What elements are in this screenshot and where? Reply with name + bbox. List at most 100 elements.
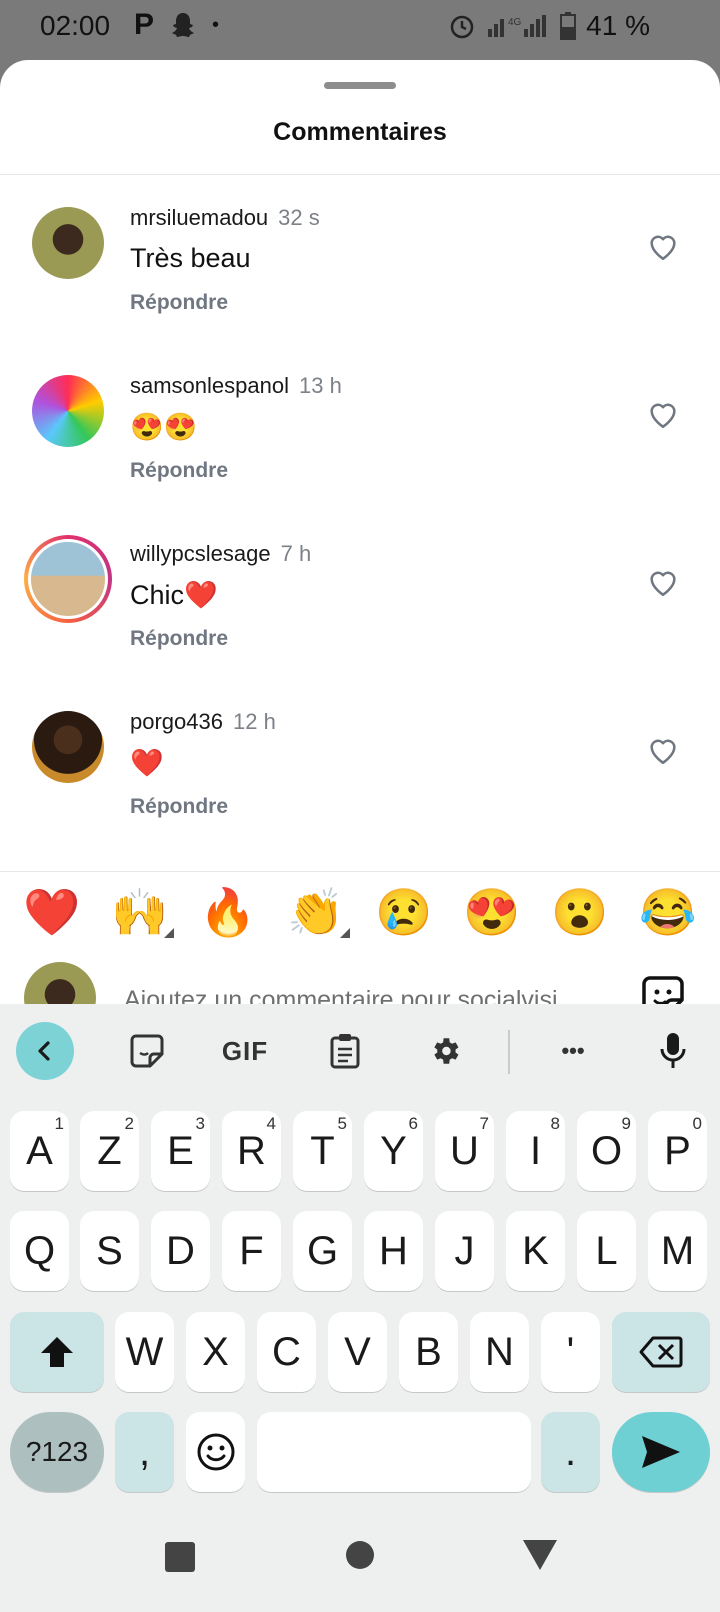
reply-button[interactable]: Répondre: [130, 291, 228, 315]
key-f[interactable]: F: [222, 1211, 281, 1291]
reaction-heart[interactable]: ❤️: [22, 882, 82, 942]
period-key[interactable]: .: [541, 1412, 600, 1492]
settings-button[interactable]: [416, 1022, 474, 1080]
key-t[interactable]: T5: [293, 1111, 352, 1191]
key-m[interactable]: M: [648, 1211, 707, 1291]
comments-list[interactable]: mrsiluemadou 32 s Très beau Répondre sams…: [0, 175, 720, 871]
sticker-icon[interactable]: [640, 974, 686, 1004]
key-label: P: [664, 1128, 691, 1173]
send-icon: [642, 1436, 680, 1468]
avatar[interactable]: [32, 711, 104, 783]
key-z[interactable]: Z2: [80, 1111, 139, 1191]
home-button[interactable]: [345, 1540, 375, 1570]
key-b[interactable]: B: [399, 1312, 458, 1392]
symbols-key[interactable]: ?123: [10, 1412, 104, 1492]
gif-button[interactable]: GIF: [216, 1022, 274, 1080]
space-bar[interactable]: [257, 1412, 531, 1492]
like-heart-icon[interactable]: [646, 397, 680, 431]
key-u[interactable]: U7: [435, 1111, 494, 1191]
key-o[interactable]: O9: [577, 1111, 636, 1191]
reaction-heart-eyes[interactable]: 😍: [462, 882, 522, 942]
back-button[interactable]: [523, 1540, 557, 1570]
toolbar-separator: [508, 1030, 510, 1074]
comment-item: willypcslesage 7 h Chic❤️ Répondre: [0, 511, 720, 679]
signal-icon: 4G: [488, 15, 547, 37]
key-s[interactable]: S: [80, 1211, 139, 1291]
sticker-button[interactable]: [118, 1022, 176, 1080]
comment-username[interactable]: mrsiluemadou: [130, 205, 268, 230]
key-j[interactable]: J: [435, 1211, 494, 1291]
key-label: A: [26, 1128, 53, 1173]
key-d[interactable]: D: [151, 1211, 210, 1291]
comments-sheet: Commentaires mrsiluemadou 32 s Très beau …: [0, 60, 720, 1004]
shift-key[interactable]: [10, 1312, 104, 1392]
comment-username[interactable]: willypcslesage: [130, 541, 271, 566]
comment-input[interactable]: [124, 980, 624, 1004]
gear-icon: [434, 1038, 459, 1064]
emoji-key[interactable]: [186, 1412, 245, 1492]
key-c[interactable]: C: [257, 1312, 316, 1392]
key-e[interactable]: E3: [151, 1111, 210, 1191]
key-g[interactable]: G: [293, 1211, 352, 1291]
status-bar: 02:00 P • 4G 41 %: [0, 0, 720, 60]
avatar[interactable]: [32, 207, 104, 279]
key-w[interactable]: W: [115, 1312, 174, 1392]
key-hint: 4: [266, 1114, 276, 1133]
reaction-clap[interactable]: 👏: [286, 882, 346, 942]
skin-tone-caret-icon: [164, 928, 174, 938]
drag-handle[interactable]: [324, 82, 396, 89]
keyboard-toolbar: GIF •••: [0, 1004, 720, 1096]
key-q[interactable]: Q: [10, 1211, 69, 1291]
key-n[interactable]: N: [470, 1312, 529, 1392]
status-time: 02:00: [40, 10, 111, 41]
more-options-button[interactable]: •••: [544, 1022, 602, 1080]
avatar[interactable]: [32, 375, 104, 447]
reaction-laughing[interactable]: 😂: [638, 882, 698, 942]
send-key[interactable]: [612, 1412, 710, 1492]
smiley-icon: [197, 1433, 234, 1471]
key-v[interactable]: V: [328, 1312, 387, 1392]
reply-button[interactable]: Répondre: [130, 627, 228, 651]
like-heart-icon[interactable]: [646, 733, 680, 767]
clipboard-button[interactable]: [316, 1022, 374, 1080]
like-heart-icon[interactable]: [646, 229, 680, 263]
key-i[interactable]: I8: [506, 1111, 565, 1191]
comment-username[interactable]: samsonlespanol: [130, 373, 289, 398]
comment-text: Très beau: [130, 243, 251, 273]
recents-button[interactable]: [165, 1542, 195, 1572]
backspace-key[interactable]: [612, 1312, 710, 1392]
like-heart-icon[interactable]: [646, 565, 680, 599]
sticker-icon: [130, 1034, 164, 1068]
divider: [0, 871, 720, 872]
reaction-crying[interactable]: 😢: [374, 882, 434, 942]
navigation-bar: [0, 1512, 720, 1612]
toolbar-back-button[interactable]: [16, 1022, 74, 1080]
comma-key[interactable]: ,: [115, 1412, 174, 1492]
network-label: 4G: [508, 17, 522, 28]
key-y[interactable]: Y6: [364, 1111, 423, 1191]
comment-item: mrsiluemadou 32 s Très beau Répondre: [0, 175, 720, 343]
key-label: Z: [97, 1128, 122, 1173]
snapchat-icon: [172, 13, 195, 37]
key-p[interactable]: P0: [648, 1111, 707, 1191]
comment-username[interactable]: porgo436: [130, 709, 223, 734]
avatar-story-ring[interactable]: [24, 535, 112, 623]
skin-tone-caret-icon: [340, 928, 350, 938]
key-r[interactable]: R4: [222, 1111, 281, 1191]
reaction-surprised[interactable]: 😮: [550, 882, 610, 942]
backspace-icon: [639, 1336, 683, 1368]
key-h[interactable]: H: [364, 1211, 423, 1291]
reaction-raised-hands[interactable]: 🙌: [110, 882, 170, 942]
key-label: R: [237, 1128, 266, 1173]
key-k[interactable]: K: [506, 1211, 565, 1291]
reply-button[interactable]: Répondre: [130, 459, 228, 483]
key-label: Y: [380, 1128, 407, 1173]
reaction-fire[interactable]: 🔥: [198, 882, 258, 942]
key-a[interactable]: A1: [10, 1111, 69, 1191]
key-l[interactable]: L: [577, 1211, 636, 1291]
key-x[interactable]: X: [186, 1312, 245, 1392]
key-apostrophe[interactable]: ': [541, 1312, 600, 1392]
reply-button[interactable]: Répondre: [130, 795, 228, 819]
voice-input-button[interactable]: [644, 1022, 702, 1080]
key-hint: 1: [54, 1114, 64, 1133]
